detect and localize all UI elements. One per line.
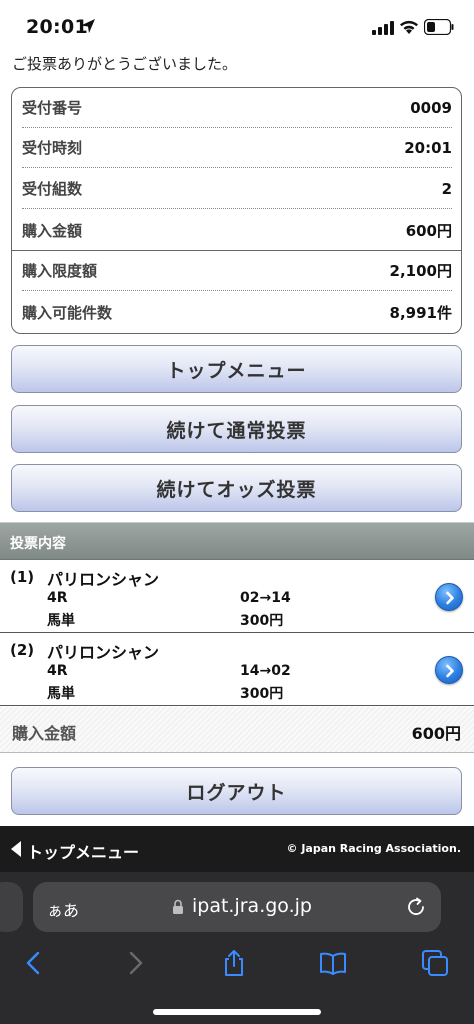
entry-bet-type: 馬単 bbox=[47, 613, 75, 629]
bookmarks-icon[interactable] bbox=[319, 949, 347, 977]
entry-venue: パリロンシャン bbox=[47, 643, 160, 662]
back-triangle-icon[interactable] bbox=[11, 841, 21, 857]
total-value: 600円 bbox=[411, 724, 461, 743]
entry-race: 4R bbox=[47, 663, 68, 679]
lock-icon bbox=[173, 899, 183, 914]
copyright: © Japan Racing Association. bbox=[286, 842, 462, 855]
total-label: 購入金額 bbox=[12, 724, 77, 743]
browser-toolbar: ぁあ ipat.jra.go.jp bbox=[0, 872, 474, 1024]
entry-number: (2) bbox=[10, 641, 35, 659]
share-icon[interactable] bbox=[220, 949, 248, 977]
entry-race: 4R bbox=[47, 590, 68, 606]
site-footer: トップメニュー © Japan Racing Association. bbox=[0, 826, 474, 872]
footer-top-menu-link[interactable]: トップメニュー bbox=[27, 839, 139, 863]
summary-row: 購入可能件数 8,991件 bbox=[22, 292, 452, 332]
continue-odds-vote-button[interactable]: 続けてオッズ投票 bbox=[11, 464, 462, 512]
home-indicator bbox=[153, 1009, 321, 1015]
summary-label: 購入可能件数 bbox=[22, 303, 113, 322]
total-amount-row: 購入金額 600円 bbox=[0, 707, 474, 753]
back-icon[interactable] bbox=[20, 949, 48, 977]
tabs-icon[interactable] bbox=[421, 949, 449, 977]
entry-venue: パリロンシャン bbox=[47, 570, 160, 589]
summary-value: 8,991件 bbox=[389, 303, 452, 322]
summary-value: 600円 bbox=[405, 221, 452, 240]
entry-combination: 02→14 bbox=[240, 590, 291, 606]
logout-button[interactable]: ログアウト bbox=[11, 767, 462, 815]
summary-value: 2,100円 bbox=[389, 262, 452, 280]
vote-contents-header: 投票内容 bbox=[0, 522, 474, 560]
summary-label: 受付組数 bbox=[22, 180, 83, 198]
chevron-right-circle-icon[interactable] bbox=[435, 656, 463, 684]
entry-amount: 300円 bbox=[240, 686, 284, 702]
summary-row: 購入金額 600円 bbox=[22, 210, 452, 250]
summary-value: 2 bbox=[441, 179, 452, 198]
summary-row: 購入限度額 2,100円 bbox=[22, 251, 452, 291]
location-arrow-icon bbox=[81, 19, 95, 33]
summary-label: 受付時刻 bbox=[22, 139, 83, 157]
summary-value: 20:01 bbox=[404, 138, 452, 157]
status-time: 20:01 bbox=[26, 16, 88, 38]
entry-amount: 300円 bbox=[240, 613, 284, 629]
url-text[interactable]: ipat.jra.go.jp bbox=[192, 895, 312, 917]
page-settings-button[interactable]: ぁあ bbox=[47, 897, 79, 921]
thanks-message: ご投票ありがとうございました。 bbox=[12, 55, 238, 73]
previous-tab-preview[interactable] bbox=[0, 882, 23, 932]
top-menu-button[interactable]: トップメニュー bbox=[11, 345, 462, 393]
battery-icon bbox=[424, 19, 454, 35]
summary-label: 購入金額 bbox=[22, 221, 83, 240]
chevron-right-circle-icon[interactable] bbox=[435, 583, 463, 611]
wifi-icon bbox=[400, 20, 418, 34]
entry-combination: 14→02 bbox=[240, 663, 291, 679]
cellular-signal-icon bbox=[372, 21, 394, 35]
summary-label: 購入限度額 bbox=[22, 262, 98, 280]
summary-value: 0009 bbox=[410, 98, 452, 117]
entry-bet-type: 馬単 bbox=[47, 686, 75, 702]
summary-row: 受付時刻 20:01 bbox=[22, 128, 452, 168]
entry-number: (1) bbox=[10, 568, 35, 586]
vote-entry[interactable]: (1) パリロンシャン 4R 馬単 02→14 300円 bbox=[0, 560, 474, 633]
summary-row: 受付番号 0009 bbox=[22, 88, 452, 128]
continue-normal-vote-button[interactable]: 続けて通常投票 bbox=[11, 405, 462, 453]
section-title: 投票内容 bbox=[10, 536, 66, 552]
status-bar: 20:01 bbox=[0, 0, 474, 54]
forward-icon[interactable] bbox=[121, 949, 149, 977]
address-bar[interactable]: ぁあ ipat.jra.go.jp bbox=[33, 882, 441, 932]
receipt-summary: 受付番号 0009 受付時刻 20:01 受付組数 2 購入金額 600円 購入… bbox=[11, 87, 462, 334]
vote-entry[interactable]: (2) パリロンシャン 4R 馬単 14→02 300円 bbox=[0, 633, 474, 706]
reload-icon[interactable] bbox=[405, 896, 427, 918]
summary-label: 受付番号 bbox=[22, 99, 83, 117]
summary-row: 受付組数 2 bbox=[22, 169, 452, 209]
